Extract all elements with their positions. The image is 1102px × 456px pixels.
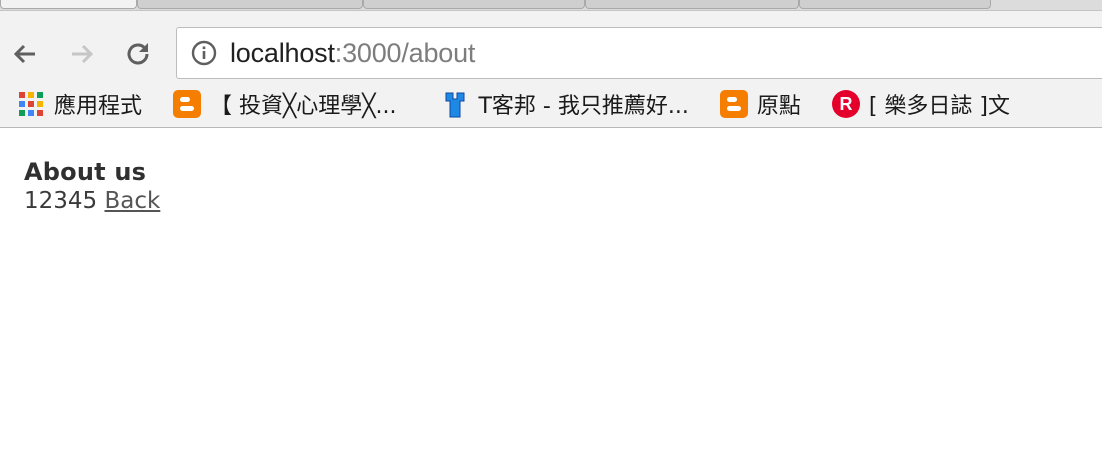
bookmark-investing[interactable]: 【 投資╳心理學╳... <box>172 88 396 120</box>
page-title: About us <box>24 158 147 186</box>
bookmark-tkebang[interactable]: T客邦 - 我只推薦好... <box>440 88 689 120</box>
browser-window: localhost:3000/about 應用程式 【 投資╳心理學╳... T… <box>0 0 1102 128</box>
bookmarks-bar: 應用程式 【 投資╳心理學╳... T客邦 - 我只推薦好... 原點 R [… <box>0 81 1102 128</box>
bookmark-label: 原點 <box>756 94 801 119</box>
browser-toolbar: localhost:3000/about <box>0 11 1102 81</box>
tab-active[interactable] <box>0 0 137 9</box>
apps-grid-icon <box>19 92 43 116</box>
reload-icon <box>127 43 149 65</box>
wrench-icon <box>445 92 465 118</box>
arrow-left-icon <box>13 44 35 64</box>
bookmark-label: [ 樂多日誌 ]文 <box>868 94 1010 119</box>
back-nav-button[interactable] <box>10 39 40 69</box>
address-bar[interactable]: localhost:3000/about <box>176 27 1102 79</box>
tab[interactable] <box>363 0 585 9</box>
svg-text:R: R <box>839 94 852 114</box>
back-link[interactable]: Back <box>104 188 160 214</box>
arrow-right-icon <box>72 44 94 64</box>
tab-strip <box>0 0 1102 11</box>
info-icon[interactable] <box>191 40 217 66</box>
blogger-icon <box>173 90 202 118</box>
page-content: About us 12345 Back <box>0 128 1102 238</box>
bookmark-label: 【 投資╳心理學╳... <box>210 94 397 119</box>
tab[interactable] <box>585 0 799 9</box>
tab[interactable] <box>137 0 363 9</box>
bookmark-apps[interactable]: 應用程式 <box>16 88 142 120</box>
bookmark-label: 應用程式 <box>54 94 143 119</box>
bookmark-label: T客邦 - 我只推薦好... <box>478 94 689 119</box>
url-text[interactable]: localhost:3000/about <box>230 38 475 69</box>
blogger-icon <box>719 90 748 118</box>
bookmark-rakuten[interactable]: R [ 樂多日誌 ]文 <box>831 88 1010 120</box>
url-path: :3000/about <box>334 37 476 68</box>
url-host: localhost <box>230 37 335 68</box>
content-line: 12345 Back <box>24 188 1078 214</box>
tab[interactable] <box>799 0 991 9</box>
reload-button[interactable] <box>123 39 153 69</box>
rakuten-icon: R <box>831 90 860 118</box>
bookmark-origin[interactable]: 原點 <box>719 88 801 120</box>
forward-nav-button[interactable] <box>67 39 97 69</box>
number-text: 12345 <box>24 188 98 214</box>
